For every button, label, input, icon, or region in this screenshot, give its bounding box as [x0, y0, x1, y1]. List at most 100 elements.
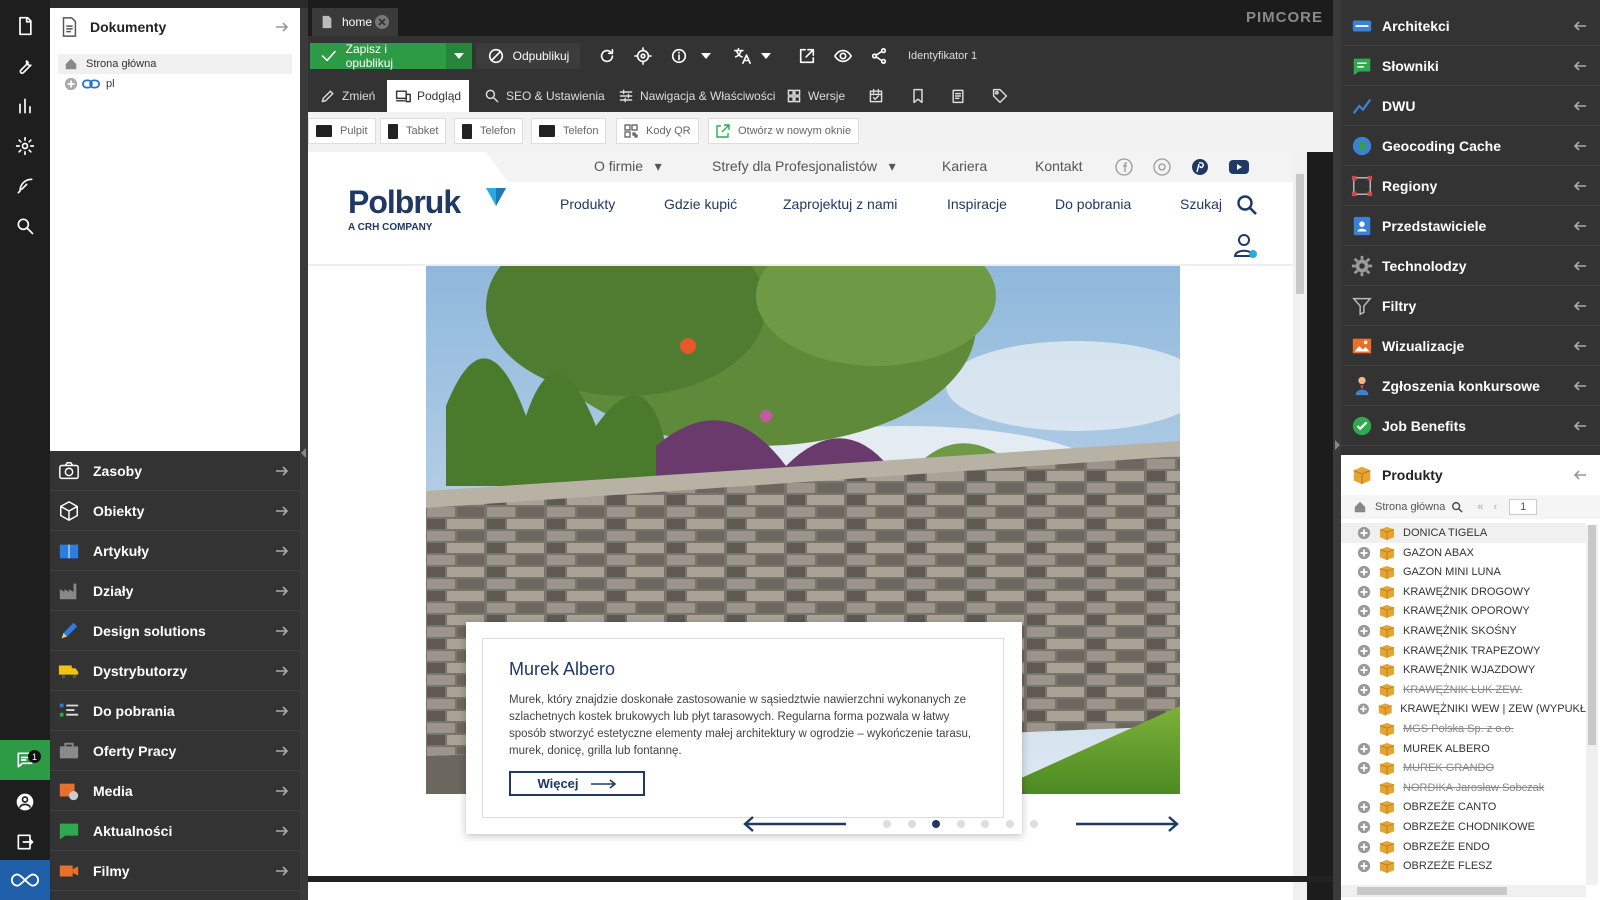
expand-plus-icon[interactable]: [1357, 683, 1371, 697]
slider-prev-arrow[interactable]: [742, 816, 848, 832]
save-publish-button[interactable]: Zapisz i opublikuj: [310, 42, 446, 70]
product-tree-row[interactable]: GAZON ABAX: [1341, 543, 1586, 563]
arrow-left-icon[interactable]: [1572, 258, 1588, 274]
arrow-left-icon[interactable]: [1572, 338, 1588, 354]
arrow-right-icon[interactable]: [274, 19, 290, 35]
wrench-icon[interactable]: [0, 46, 50, 86]
collapse-right-icon[interactable]: [1334, 440, 1340, 450]
tab-tags[interactable]: [984, 80, 1022, 112]
arrow-left-icon[interactable]: [1572, 138, 1588, 154]
arrow-left-icon[interactable]: [1572, 178, 1588, 194]
main-link-szukaj[interactable]: Szukaj: [1180, 196, 1222, 212]
right-panel-item-wizualizacje[interactable]: Wizualizacje: [1341, 326, 1600, 366]
tab-navigation-properties[interactable]: Nawigacja & Właściwości: [610, 80, 783, 112]
search-icon[interactable]: [1451, 501, 1463, 513]
left-splitter[interactable]: [300, 8, 308, 900]
info-dropdown-button[interactable]: [698, 43, 714, 69]
translate-button[interactable]: [728, 43, 756, 69]
main-link-gdzie-kupic[interactable]: Gdzie kupić: [664, 196, 737, 212]
slider-dot[interactable]: [907, 820, 916, 828]
product-tree-row[interactable]: NORDIKA Jarosław Sobczak: [1341, 778, 1586, 798]
expand-plus-icon[interactable]: [1357, 604, 1371, 618]
expand-plus-icon[interactable]: [1357, 761, 1371, 775]
nav-item-media[interactable]: Media: [50, 771, 300, 811]
feather-icon[interactable]: [0, 166, 50, 206]
product-tree-row[interactable]: GAZON MINI LUNA: [1341, 562, 1586, 582]
main-link-inspiracje[interactable]: Inspiracje: [947, 196, 1007, 212]
instagram-icon[interactable]: [1153, 158, 1171, 176]
top-link-o-firmie[interactable]: O firmie ▾: [594, 158, 662, 175]
device-desktop-button[interactable]: Pulpit: [308, 118, 376, 144]
expand-plus-icon[interactable]: [1357, 800, 1371, 814]
nav-item-filmy[interactable]: Filmy: [50, 851, 300, 891]
arrow-left-icon[interactable]: [1572, 98, 1588, 114]
nav-item-dystrybutorzy[interactable]: Dystrybutorzy: [50, 651, 300, 691]
open-new-window-button[interactable]: Otwórz w nowym oknie: [708, 118, 860, 144]
right-panel-item-zg-oszenia-konkursowe[interactable]: Zgłoszenia konkursowe: [1341, 366, 1600, 406]
products-hscrollbar[interactable]: [1341, 885, 1586, 897]
main-link-do-pobrania[interactable]: Do pobrania: [1055, 196, 1131, 212]
right-panel-item-geocoding-cache[interactable]: Geocoding Cache: [1341, 126, 1600, 166]
expand-plus-icon[interactable]: [1357, 565, 1371, 579]
product-tree-row[interactable]: MUREK ALBERO: [1341, 739, 1586, 759]
tab-home[interactable]: home: [312, 8, 398, 36]
first-page-icon[interactable]: «: [1477, 501, 1483, 513]
product-tree-row[interactable]: OBRZEŻE CANTO: [1341, 797, 1586, 817]
chat-icon[interactable]: 1: [0, 740, 50, 780]
tree-item-pl[interactable]: pl: [50, 74, 300, 94]
right-panel-item-job-benefits[interactable]: Job Benefits: [1341, 406, 1600, 446]
product-tree-row[interactable]: DONICA TIGELA: [1341, 523, 1586, 543]
slider-dot[interactable]: [1030, 820, 1038, 828]
nav-item-design-solutions[interactable]: Design solutions: [50, 611, 300, 651]
save-dropdown-button[interactable]: [446, 43, 472, 69]
tab-seo-settings[interactable]: SEO & Ustawienia: [476, 80, 613, 112]
arrow-left-icon[interactable]: [1572, 218, 1588, 234]
tab-preview[interactable]: Podgląd: [387, 80, 470, 112]
search-icon[interactable]: [1236, 194, 1258, 216]
expand-plus-icon[interactable]: [1357, 702, 1370, 716]
prev-page-icon[interactable]: ‹: [1493, 501, 1497, 513]
arrow-left-icon[interactable]: [1572, 467, 1588, 483]
page-input[interactable]: 1: [1509, 499, 1538, 515]
translate-dropdown-button[interactable]: [758, 43, 774, 69]
documents-panel-header[interactable]: Dokumenty: [50, 8, 300, 46]
arrow-left-icon[interactable]: [1572, 58, 1588, 74]
arrow-left-icon[interactable]: [1572, 418, 1588, 434]
product-tree-row[interactable]: KRAWĘŻNIK OPOROWY: [1341, 601, 1586, 621]
product-tree-row[interactable]: KRAWĘŻNIK ŁUK ZEW.: [1341, 680, 1586, 700]
products-hscrollbar-thumb[interactable]: [1357, 887, 1507, 895]
main-link-produkty[interactable]: Produkty: [560, 196, 615, 212]
tab-versions[interactable]: Wersje: [778, 80, 853, 112]
expand-plus-icon[interactable]: [1357, 526, 1371, 540]
slider-dot[interactable]: [981, 820, 989, 828]
expand-plus-icon[interactable]: [1357, 840, 1371, 854]
tab-notes[interactable]: [942, 80, 980, 112]
top-link-strefy[interactable]: Strefy dla Profesjonalistów ▾: [712, 158, 896, 175]
facebook-icon[interactable]: [1115, 158, 1133, 176]
expand-plus-icon[interactable]: [1357, 663, 1371, 677]
preview-eye-button[interactable]: [829, 43, 857, 69]
products-panel-header[interactable]: Produkty: [1341, 455, 1600, 495]
product-tree-row[interactable]: MGS Polska Sp. z o.o.: [1341, 719, 1586, 739]
search-icon[interactable]: [0, 206, 50, 246]
bar-chart-icon[interactable]: [0, 86, 50, 126]
product-tree-row[interactable]: OBRZEŻE FLESZ: [1341, 856, 1586, 876]
youtube-icon[interactable]: [1228, 158, 1250, 176]
nav-item-oferty-pracy[interactable]: Oferty Pracy: [50, 731, 300, 771]
nav-item-obiekty[interactable]: Obiekty: [50, 491, 300, 531]
product-tree-row[interactable]: KRAWĘŻNIK SKOŚNY: [1341, 621, 1586, 641]
tree-item-home[interactable]: Strona główna: [58, 54, 292, 74]
expand-plus-icon[interactable]: [1357, 820, 1371, 834]
product-tree-row[interactable]: KRAWĘŻNIKI WEW | ZEW (WYPUKŁ: [1341, 699, 1586, 719]
nav-item-zasoby[interactable]: Zasoby: [50, 451, 300, 491]
expand-plus-icon[interactable]: [64, 77, 78, 91]
target-button[interactable]: [629, 43, 657, 69]
user-icon[interactable]: [0, 782, 50, 822]
nav-item-dzialy[interactable]: Działy: [50, 571, 300, 611]
slider-next-arrow[interactable]: [1074, 816, 1180, 832]
products-scrollbar[interactable]: [1586, 525, 1598, 885]
share-button[interactable]: [865, 43, 893, 69]
expand-plus-icon[interactable]: [1357, 859, 1371, 873]
reload-button[interactable]: [593, 43, 621, 69]
tab-schedule[interactable]: [860, 80, 898, 112]
